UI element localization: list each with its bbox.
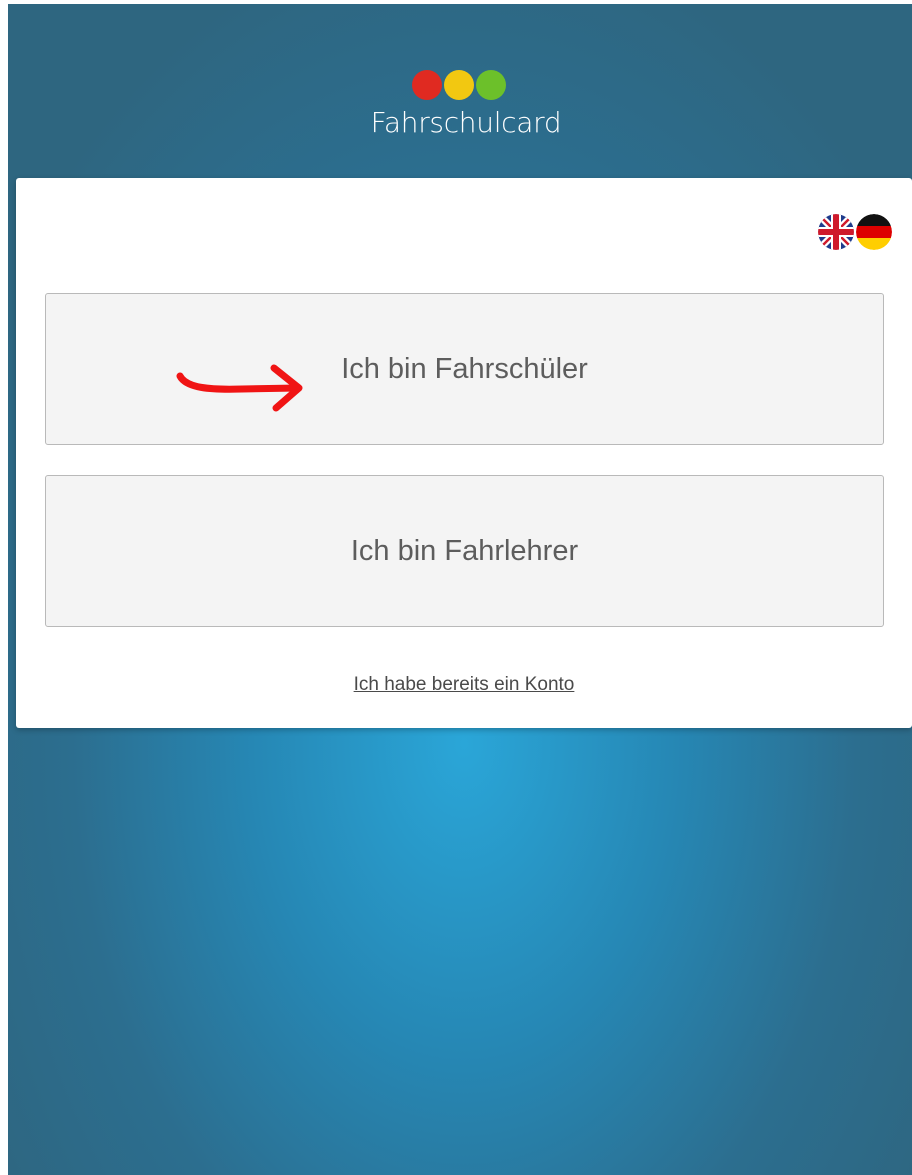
teacher-button[interactable]: Ich bin Fahrlehrer [45,475,884,627]
student-button-label: Ich bin Fahrschüler [341,352,588,385]
red-dot-icon [412,70,442,100]
language-switcher [818,214,892,250]
existing-account-link[interactable]: Ich habe bereits ein Konto [16,674,912,696]
uk-flag-icon[interactable] [818,214,854,250]
role-selection-card: Ich bin Fahrschüler Ich bin Fahrlehrer I… [16,178,912,728]
brand-name: Fahrschulcard [370,106,562,139]
yellow-dot-icon [444,70,474,100]
green-dot-icon [476,70,506,100]
teacher-button-label: Ich bin Fahrlehrer [350,534,579,567]
brand-logo: Fahrschulcard [346,70,586,150]
traffic-light-dots [412,70,506,102]
german-flag-icon[interactable] [856,214,892,250]
page-background: Fahrschulcard Ich bin Fahrschüler Ich bi… [8,4,912,1175]
student-button[interactable]: Ich bin Fahrschüler [45,293,884,445]
